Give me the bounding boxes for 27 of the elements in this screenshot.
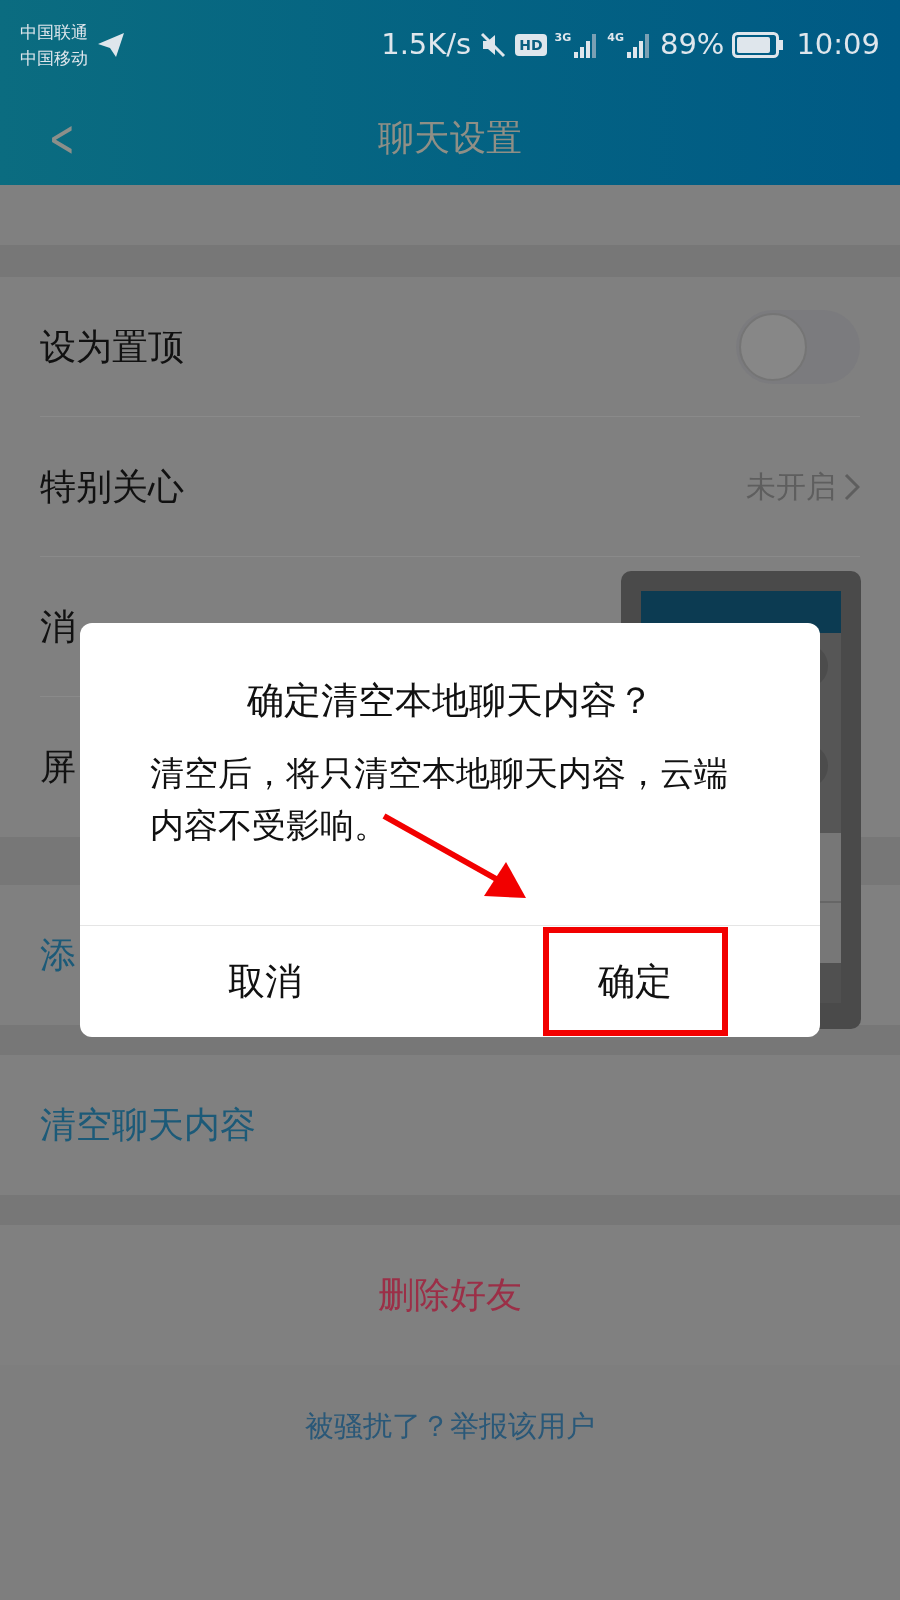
action-link[interactable]: 添: [40, 928, 76, 982]
signal-icon: [625, 32, 652, 58]
page-title: 聊天设置: [378, 115, 522, 160]
dialog-button[interactable]: 取消: [185, 936, 345, 1027]
network-speed: 1.5K/s: [381, 26, 472, 64]
row-label: 屏: [40, 745, 76, 789]
row-label: 特别关心: [40, 464, 184, 509]
action-link[interactable]: 清空聊天内容: [40, 1098, 256, 1152]
send-icon: [96, 31, 126, 59]
clock: 10:09: [796, 26, 880, 64]
battery-icon: [732, 32, 785, 58]
network-type: 3G: [554, 32, 572, 43]
back-button[interactable]: <: [48, 111, 75, 164]
delete-button[interactable]: 删除好友: [40, 1268, 860, 1322]
carrier-name: 中国移动: [20, 47, 88, 70]
report-link[interactable]: 被骚扰了？举报该用户: [305, 1405, 595, 1449]
battery-percent: 89%: [659, 26, 725, 64]
carrier-name: 中国联通: [20, 21, 88, 44]
hd-badge: HD: [515, 34, 547, 56]
dialog-title: 确定清空本地聊天内容？: [246, 678, 654, 724]
network-type: 4G: [607, 32, 624, 43]
chevron-right-icon: [844, 472, 860, 501]
row-label: 设为置顶: [40, 324, 184, 369]
dialog-button[interactable]: 确定: [555, 936, 715, 1027]
dialog-message: 清空后，将只清空本地聊天内容，云端内容不受影响。: [150, 751, 729, 847]
row-label: 消: [40, 604, 76, 649]
mute-icon: [479, 31, 508, 59]
